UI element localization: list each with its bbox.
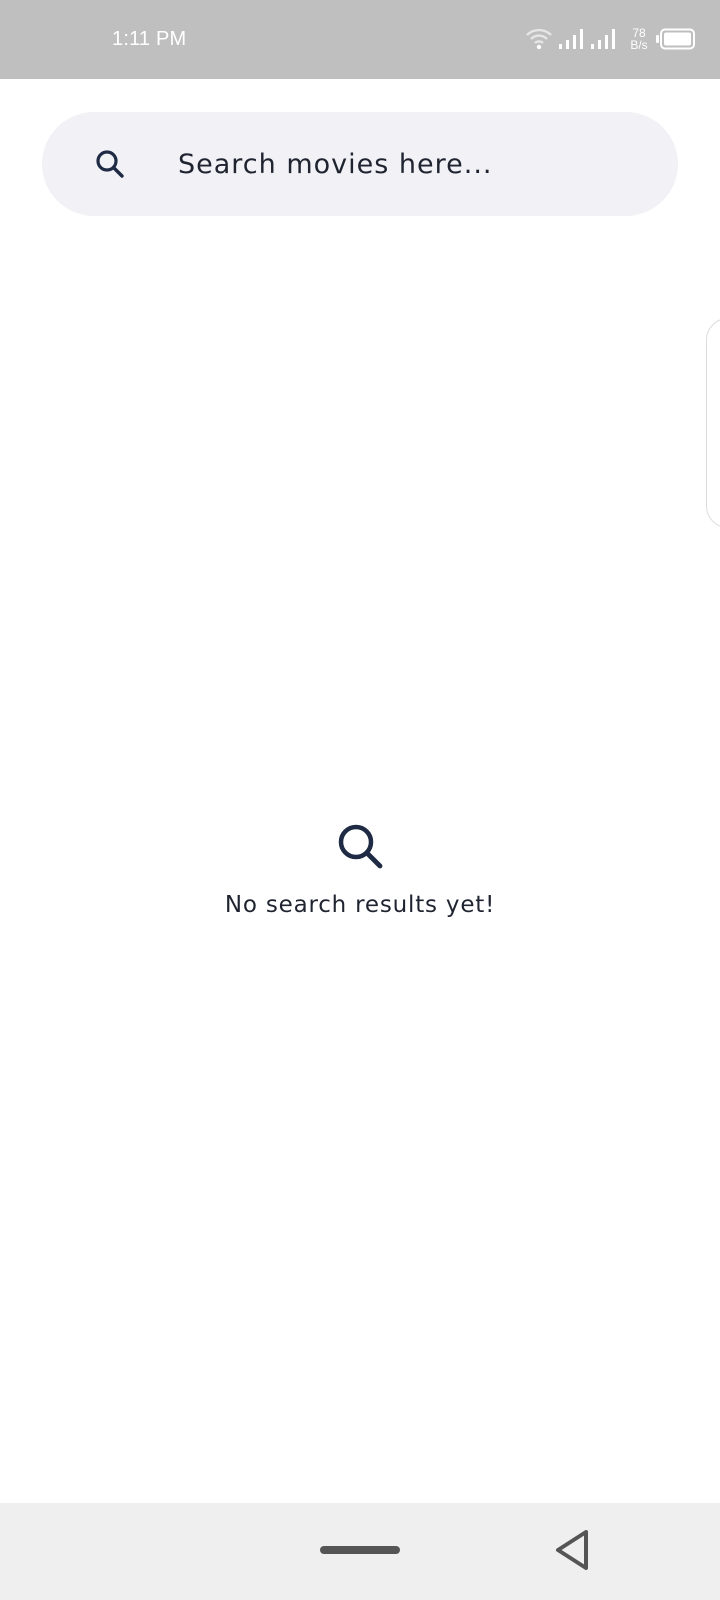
network-speed-unit: B/s xyxy=(630,38,648,52)
empty-state-message: No search results yet! xyxy=(224,892,496,918)
signal-icon xyxy=(591,29,615,49)
empty-state: No search results yet! xyxy=(0,820,720,918)
edge-panel-handle[interactable] xyxy=(706,318,720,528)
search-input[interactable] xyxy=(178,134,638,194)
screen: 1:11 PM 78 B/s Search movies here... No … xyxy=(0,0,720,1600)
home-pill[interactable] xyxy=(320,1546,400,1554)
status-bar: 1:11 PM 78 B/s xyxy=(0,0,720,79)
signal-icon xyxy=(559,29,583,49)
network-speed: 78 B/s xyxy=(626,27,652,51)
status-time: 1:11 PM xyxy=(112,28,187,50)
back-icon[interactable] xyxy=(552,1528,592,1572)
wifi-icon xyxy=(526,28,552,50)
search-icon xyxy=(338,824,383,869)
search-bar[interactable] xyxy=(42,112,678,216)
battery-icon xyxy=(656,28,695,50)
search-icon[interactable] xyxy=(94,148,126,180)
